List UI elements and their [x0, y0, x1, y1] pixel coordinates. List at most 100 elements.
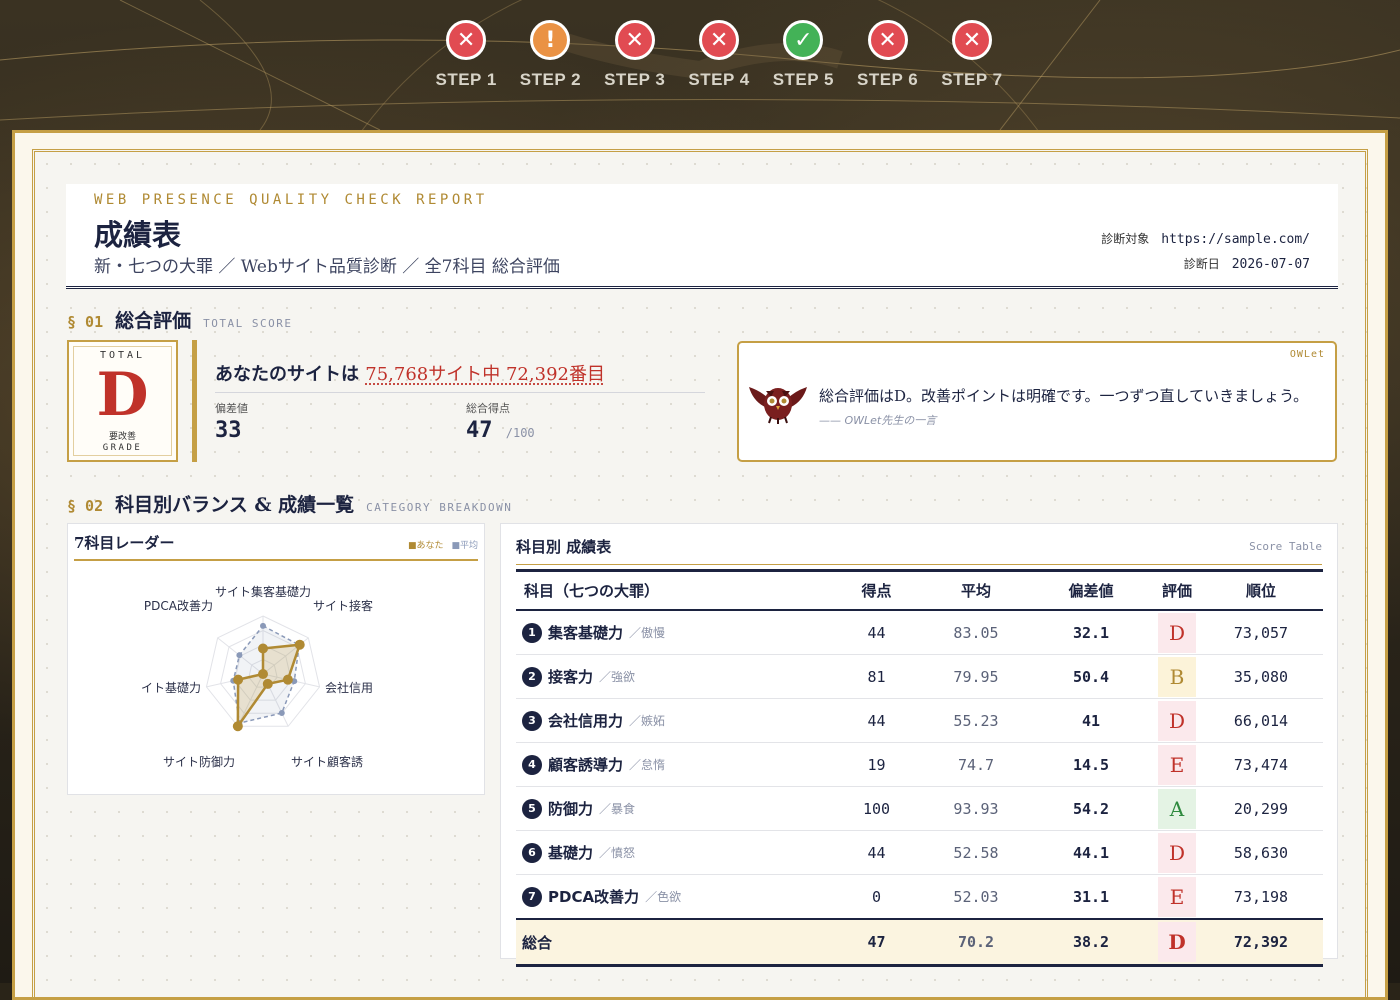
grade-card: TOTAL D 要改善 GRADE [67, 340, 178, 462]
step-label: STEP 7 [941, 70, 1003, 89]
step-label: STEP 1 [435, 70, 497, 89]
average-cell: 79.95 [925, 654, 1027, 699]
section-number: § 02 [67, 497, 104, 515]
step-label: STEP 6 [856, 70, 919, 89]
step-3[interactable]: ✕ STEP 3 [593, 20, 677, 90]
radar-you-point [282, 674, 293, 685]
grade-badge: E [1158, 744, 1196, 785]
step-4[interactable]: ✕ STEP 4 [677, 20, 761, 90]
step-5[interactable]: ✓ STEP 5 [761, 20, 845, 90]
report-header: WEB PRESENCE QUALITY CHECK REPORT 成績表 新・… [66, 184, 1338, 289]
grade-badge: B [1158, 656, 1196, 697]
date-label: 診断日 [1183, 257, 1220, 271]
grade-badge: D [1158, 612, 1196, 653]
sin-name: ／暴食 [599, 802, 636, 816]
score-cell: 44 [828, 610, 925, 655]
radar-average-point [278, 710, 285, 717]
grade-cell: E [1155, 742, 1199, 787]
total-score-label: 総合得点 [466, 402, 510, 415]
radar-chart-panel: 7科目レーダー ■あなた ■平均 サイト集客基礎力 サイト接客 会社信用 サイト顧客誘サ… [67, 523, 485, 795]
x-icon: ✕ [699, 20, 740, 60]
rank-highlight: 75,768サイト中 72,392番目 [365, 364, 605, 385]
rank-cell: 66,014 [1199, 698, 1323, 743]
rank-number-badge: 4 [522, 754, 542, 775]
sin-name: ／怠惰 [629, 758, 666, 772]
grade-sub-label: 要改善 [108, 432, 136, 442]
average-cell: 52.58 [925, 830, 1027, 875]
section-breakdown-heading: § 02 科目別バランス & 成績一覧 CATEGORY BREAKDOWN [67, 490, 512, 517]
radar-axis-label: サイト顧客誘 [291, 754, 363, 769]
x-icon: ✕ [867, 20, 908, 60]
section-number: § 01 [67, 313, 104, 331]
grade-bottom-label: GRADE [102, 443, 143, 453]
table-row: 2 接客力 ／強欲 81 79.95 50.4 B 35,080 [516, 654, 1323, 699]
total-score-stat: 総合得点 47 /100 [466, 400, 535, 443]
radar-you-point [232, 721, 243, 732]
report-kicker: WEB PRESENCE QUALITY CHECK REPORT [94, 192, 488, 208]
radar-axis-label: サイト防御力 [163, 754, 235, 769]
rank-number-badge: 3 [522, 710, 542, 731]
radar-you-point [233, 674, 244, 685]
sin-name: ／傲慢 [629, 626, 666, 640]
radar-axis-label: イト基礎力 [141, 681, 201, 695]
subject-cell: 2 接客力 ／強欲 [516, 654, 828, 699]
divider [516, 564, 1322, 565]
section-subtitle: TOTAL SCORE [203, 317, 293, 330]
radar-legend: ■あなた ■平均 [408, 538, 478, 551]
divider [215, 392, 705, 393]
table-title: 科目別 成績表 [516, 538, 612, 556]
step-label: STEP 4 [688, 70, 750, 89]
exclamation-icon: ! [530, 20, 571, 60]
table-subtitle: Score Table [1249, 540, 1322, 553]
subject-cell: 5 防御力 ／暴食 [516, 786, 828, 831]
radar-you-point [258, 643, 268, 654]
date-value: 2026-07-07 [1231, 257, 1310, 272]
radar-average-point [236, 652, 243, 659]
subject-name: 会社信用力 [548, 712, 624, 730]
average-cell: 74.7 [925, 742, 1027, 787]
subject-name: 接客力 [548, 668, 594, 686]
step-2[interactable]: ! STEP 2 [508, 20, 592, 90]
average-cell: 83.05 [925, 610, 1027, 655]
step-1[interactable]: ✕ STEP 1 [424, 20, 508, 90]
subject-cell: 6 基礎力 ／憤怒 [516, 830, 828, 875]
deviation-cell: 31.1 [1027, 874, 1155, 920]
score-cell: 81 [828, 654, 925, 699]
subject-cell: 1 集客基礎力 ／傲慢 [516, 610, 828, 655]
report-meta: 診断対象 https://sample.com/ 診断日 2026-07-07 [1101, 230, 1310, 280]
section-title: 科目別バランス & 成績一覧 [115, 494, 355, 516]
table-row: 7 PDCA改善力 ／色欲 0 52.03 31.1 E 73,198 [516, 874, 1323, 920]
col-deviation: 偏差値 [1027, 569, 1155, 611]
sin-name: ／嫉妬 [629, 714, 666, 728]
owl-tag: OWLet [1289, 349, 1325, 360]
score-table: 科目（七つの大罪） 得点 平均 偏差値 評価 順位 1 集客基礎力 ／傲慢 44 83.… [516, 569, 1323, 967]
radar-you-point [258, 669, 268, 679]
average-cell: 52.03 [925, 874, 1027, 920]
col-score: 得点 [828, 569, 925, 611]
rank-cell: 35,080 [1199, 654, 1323, 699]
subject-name: 集客基礎力 [548, 624, 624, 642]
table-row: 4 顧客誘導力 ／怠惰 19 74.7 14.5 E 73,474 [516, 742, 1323, 787]
grade-cell: B [1155, 654, 1199, 699]
table-total-row: 総合 47 70.2 38.2 D 72,392 [516, 918, 1323, 967]
average-cell: 55.23 [925, 698, 1027, 743]
rank-cell: 73,474 [1199, 742, 1323, 787]
radar-chart: サイト集客基礎力サイト接客会社信用サイト顧客誘 サイト防御力 イト基礎力 PDCA改善… [141, 584, 373, 769]
owl-mascot-icon [749, 387, 807, 424]
score-cell: 44 [828, 830, 925, 875]
score-cell: 0 [828, 874, 925, 920]
step-progress-bar: ✕ STEP 1! STEP 2 ✕ STEP 3 ✕ STEP 4 ✓ STEP 5 ✕ STEP… [424, 20, 1014, 90]
step-label: STEP 3 [604, 70, 666, 89]
average-cell: 93.93 [925, 786, 1027, 831]
col-subject: 科目（七つの大罪） [516, 569, 828, 611]
step-6[interactable]: ✕ STEP 6 [845, 20, 929, 90]
radar-axis-label: サイト接客 [313, 598, 373, 613]
deviation-cell: 54.2 [1027, 786, 1155, 831]
step-7[interactable]: ✕ STEP 7 [930, 20, 1014, 90]
table-header-row: 科目（七つの大罪） 得点 平均 偏差値 評価 順位 [516, 569, 1323, 611]
subject-cell: 4 顧客誘導力 ／怠惰 [516, 742, 828, 787]
rank-number-badge: 7 [522, 886, 542, 907]
total-deviation-cell: 38.2 [1027, 918, 1155, 967]
deviation-cell: 14.5 [1027, 742, 1155, 787]
score-table-panel: 科目別 成績表 Score Table 科目（七つの大罪） 得点 平均 偏差値 … [500, 523, 1338, 967]
